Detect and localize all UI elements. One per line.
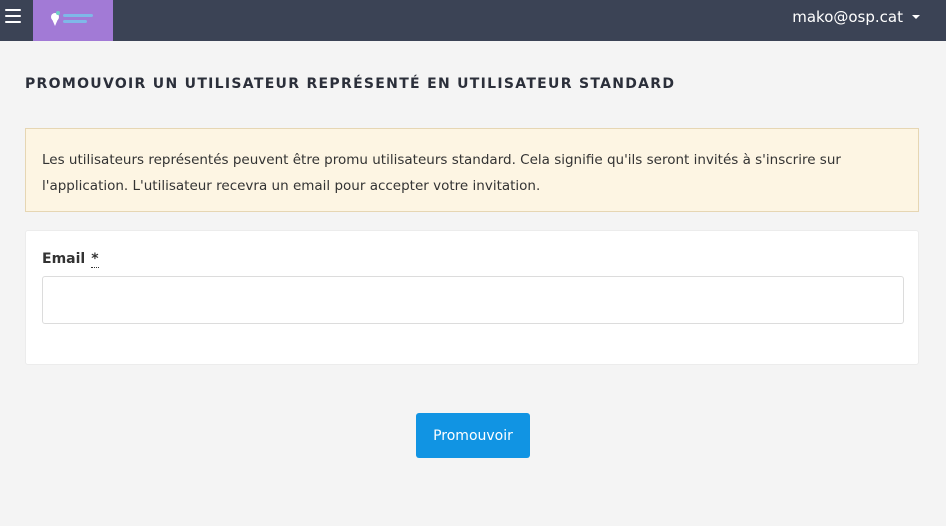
app-logo[interactable] [33,0,113,41]
hamburger-menu-icon[interactable] [5,9,21,25]
form-card: Email * [25,230,919,365]
email-label: Email * [42,251,99,268]
top-navbar: mako@osp.cat [0,0,946,41]
user-email: mako@osp.cat [792,8,903,26]
page-title: PROMOUVOIR UN UTILISATEUR REPRÉSENTÉ EN … [25,76,676,92]
email-field[interactable] [42,276,904,324]
alert-text-line-2: l'application. L'utilisateur recevra un … [42,178,541,194]
alert-text-line-1: Les utilisateurs représentés peuvent êtr… [42,152,841,168]
chevron-down-icon [912,15,920,19]
logo-graphic-icon [51,11,93,26]
info-alert: Les utilisateurs représentés peuvent êtr… [25,128,919,212]
email-label-text: Email [42,251,86,267]
promote-button[interactable]: Promouvoir [416,413,530,458]
required-marker: * [91,251,99,268]
user-menu[interactable]: mako@osp.cat [792,0,920,34]
